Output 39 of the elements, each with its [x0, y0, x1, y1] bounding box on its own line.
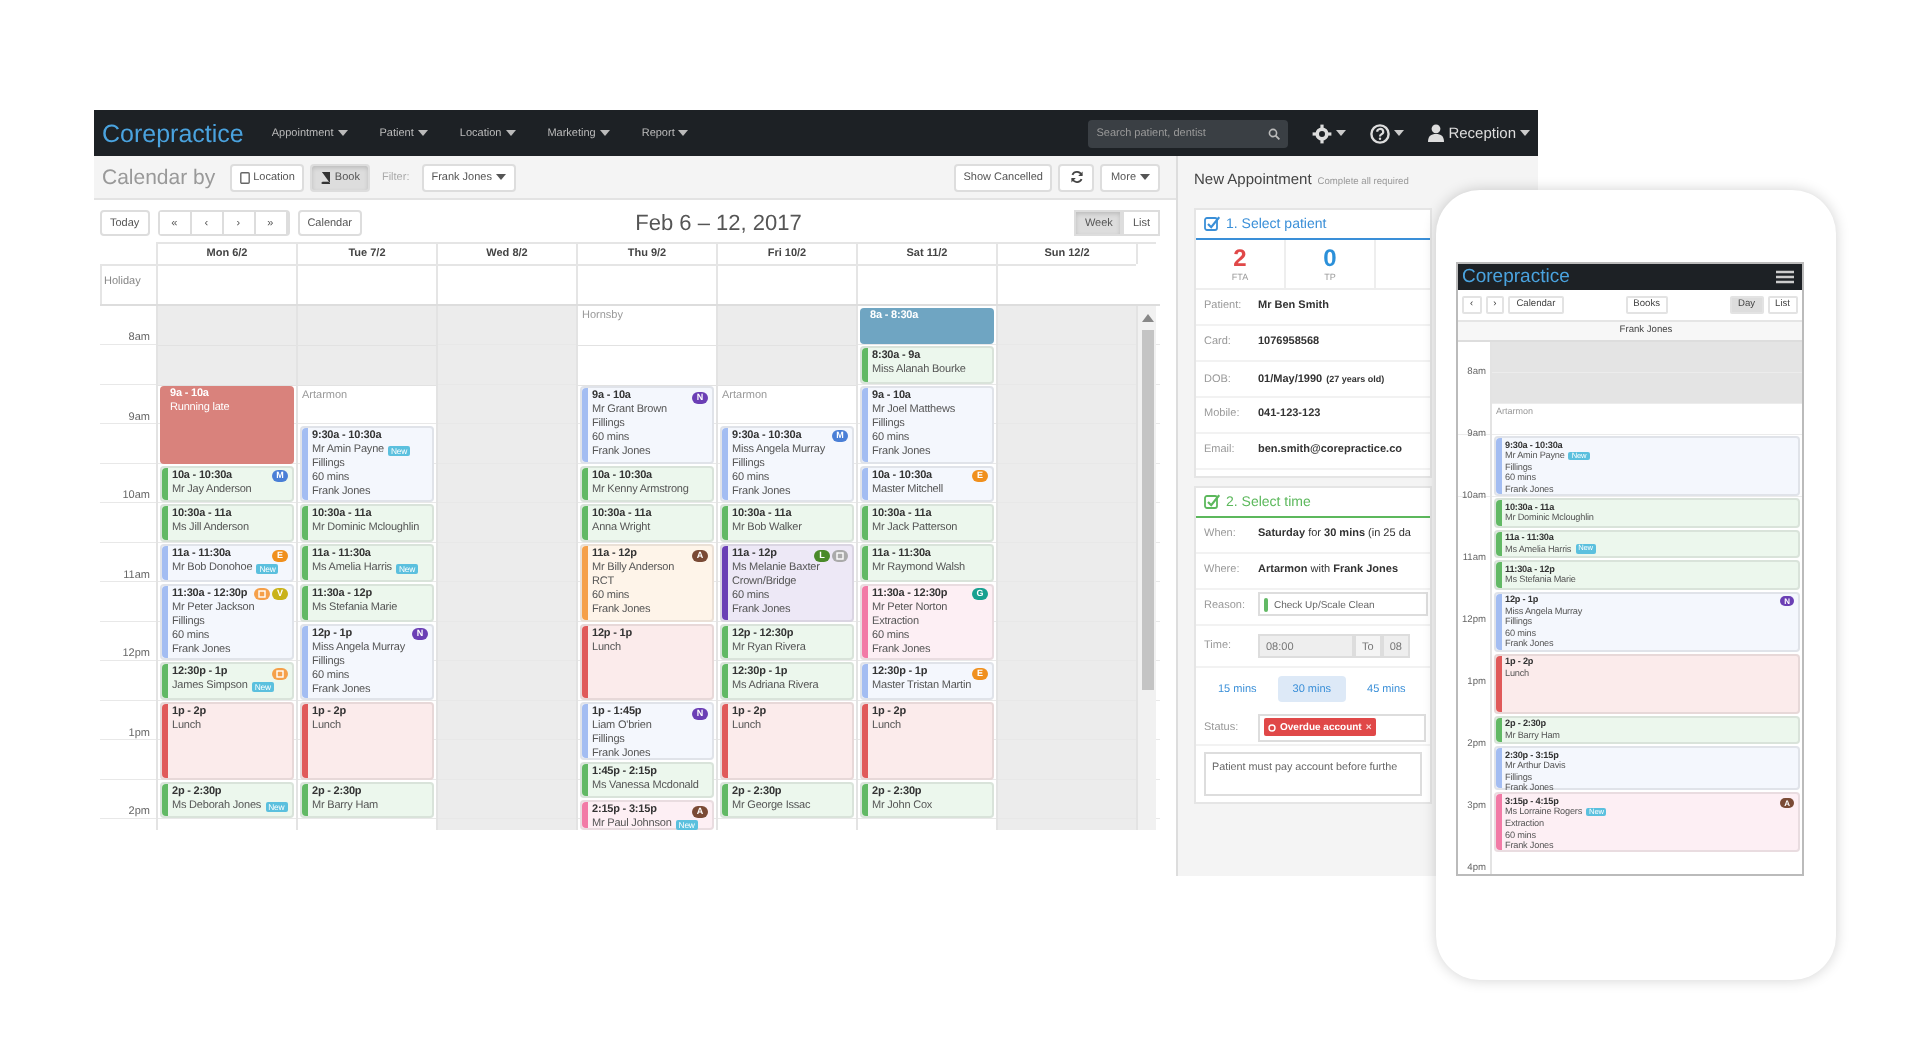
circle-icon	[1268, 723, 1276, 731]
day-column[interactable]	[1490, 342, 1802, 874]
help-icon[interactable]	[1370, 123, 1391, 143]
day-column[interactable]	[156, 306, 296, 830]
menu-icon[interactable]	[1776, 270, 1794, 284]
caret-icon	[1394, 130, 1405, 136]
caret-icon	[599, 130, 610, 136]
holiday-cell	[296, 264, 436, 304]
stat-value: 2	[1233, 246, 1247, 272]
stat-value: 0	[1323, 246, 1337, 272]
refresh-button[interactable]	[1058, 163, 1095, 191]
caret-icon	[1140, 174, 1150, 180]
tablet-icon	[239, 171, 250, 183]
search-icon	[1268, 127, 1281, 139]
holiday-cell	[576, 264, 716, 304]
scrollbar[interactable]	[1136, 306, 1156, 830]
holiday-cell	[436, 264, 576, 304]
settings-icon[interactable]	[1312, 123, 1333, 143]
caret-icon	[495, 174, 506, 180]
holiday-cell	[996, 264, 1136, 304]
holiday-cell	[856, 264, 996, 304]
caret-icon	[337, 130, 348, 136]
scrollbar-thumb[interactable]	[1141, 330, 1153, 690]
holiday-cell	[716, 264, 856, 304]
day-column[interactable]	[716, 306, 856, 830]
day-column[interactable]	[576, 306, 716, 830]
day-column[interactable]	[296, 306, 436, 830]
date-range-title: Feb 6 – 12, 2017	[633, 211, 804, 235]
caret-icon	[505, 130, 516, 136]
app-logo[interactable]: Corepractice	[102, 119, 244, 147]
refresh-icon	[1069, 170, 1084, 184]
user-icon	[1428, 124, 1445, 142]
caret-icon	[1520, 130, 1530, 136]
caret-icon	[678, 130, 689, 136]
caret-icon	[417, 130, 428, 136]
scroll-up-icon[interactable]	[1141, 314, 1153, 322]
day-column[interactable]	[856, 306, 996, 830]
page-title: Calendar by	[102, 165, 216, 189]
caret-icon	[1336, 130, 1347, 136]
